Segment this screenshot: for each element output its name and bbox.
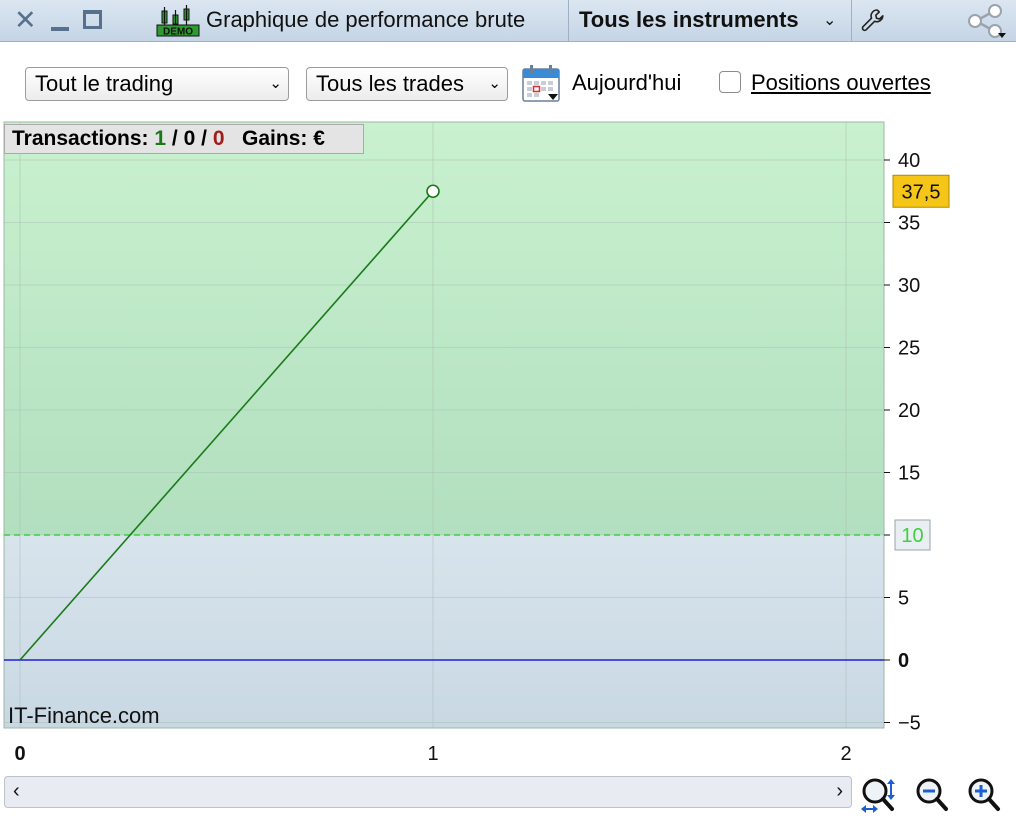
y-tick-label: 5 <box>898 588 909 610</box>
performance-chart[interactable]: 40353025201550−51037,50 1 2 <box>0 120 1016 770</box>
y-tick-label: 30 <box>898 275 920 297</box>
y-tick-label: 25 <box>898 338 920 360</box>
scroll-left-icon[interactable]: ‹ <box>13 780 20 803</box>
minimize-icon[interactable] <box>51 27 69 31</box>
x-tick-label: 1 <box>427 743 438 765</box>
window-title: Graphique de performance brute <box>206 7 526 32</box>
title-divider <box>568 0 569 42</box>
title-bar: ✕ DEMO Graphique de performance brute To… <box>0 0 1016 42</box>
y-tick-label: 15 <box>898 463 920 485</box>
calendar-icon[interactable] <box>521 64 563 104</box>
trading-filter-select[interactable]: Tout le trading ⌄ <box>25 67 289 101</box>
title-divider <box>851 0 852 42</box>
wrench-icon[interactable] <box>860 7 886 33</box>
trading-filter-value: Tout le trading <box>35 71 174 96</box>
date-range-label[interactable]: Aujourd'hui <box>572 70 681 96</box>
open-positions-link[interactable]: Positions ouvertes <box>751 70 931 96</box>
x-tick-label: 0 <box>14 743 25 765</box>
stats-separator: / <box>171 127 178 150</box>
demo-chart-icon: DEMO <box>156 5 200 37</box>
last-value-label: 37,5 <box>902 181 941 203</box>
zoom-in-icon[interactable] <box>966 776 1004 814</box>
gains-label: Gains: € <box>242 127 325 150</box>
chevron-down-icon: ⌄ <box>488 75 501 92</box>
neutral-count: 0 <box>183 127 196 150</box>
horizontal-scrollbar[interactable]: ‹ › <box>4 776 852 808</box>
losing-count: 0 <box>212 127 225 150</box>
y-tick-label: −5 <box>898 713 921 735</box>
instrument-selector[interactable]: Tous les instruments <box>579 7 799 33</box>
demo-badge: DEMO <box>163 27 193 38</box>
x-tick-label: 2 <box>840 743 851 765</box>
open-positions-checkbox[interactable] <box>719 71 741 93</box>
watermark: IT-Finance.com <box>8 703 160 728</box>
transactions-summary: Transactions: 1 / 0 / 0 Gains: € <box>4 124 364 154</box>
target-value-label: 10 <box>901 525 923 547</box>
zoom-out-icon[interactable] <box>914 776 952 814</box>
y-tick-label: 0 <box>898 650 909 672</box>
y-tick-label: 35 <box>898 213 920 235</box>
scroll-right-icon[interactable]: › <box>836 780 843 803</box>
chevron-down-icon[interactable]: ⌄ <box>823 10 836 30</box>
equity-point <box>426 184 440 199</box>
zoom-auto-icon[interactable] <box>860 776 898 814</box>
y-tick-label: 20 <box>898 400 920 422</box>
profit-zone <box>4 122 884 535</box>
share-icon[interactable] <box>966 4 1010 40</box>
loss-zone <box>4 535 884 728</box>
trades-filter-select[interactable]: Tous les trades ⌄ <box>306 67 508 101</box>
maximize-icon[interactable] <box>83 10 102 29</box>
chevron-down-icon: ⌄ <box>269 75 282 92</box>
y-tick-label: 40 <box>898 150 920 172</box>
winning-count: 1 <box>154 127 167 150</box>
transactions-label: Transactions: <box>12 127 149 150</box>
close-icon[interactable]: ✕ <box>14 6 37 34</box>
stats-separator: / <box>201 127 207 150</box>
trades-filter-value: Tous les trades <box>316 71 464 96</box>
